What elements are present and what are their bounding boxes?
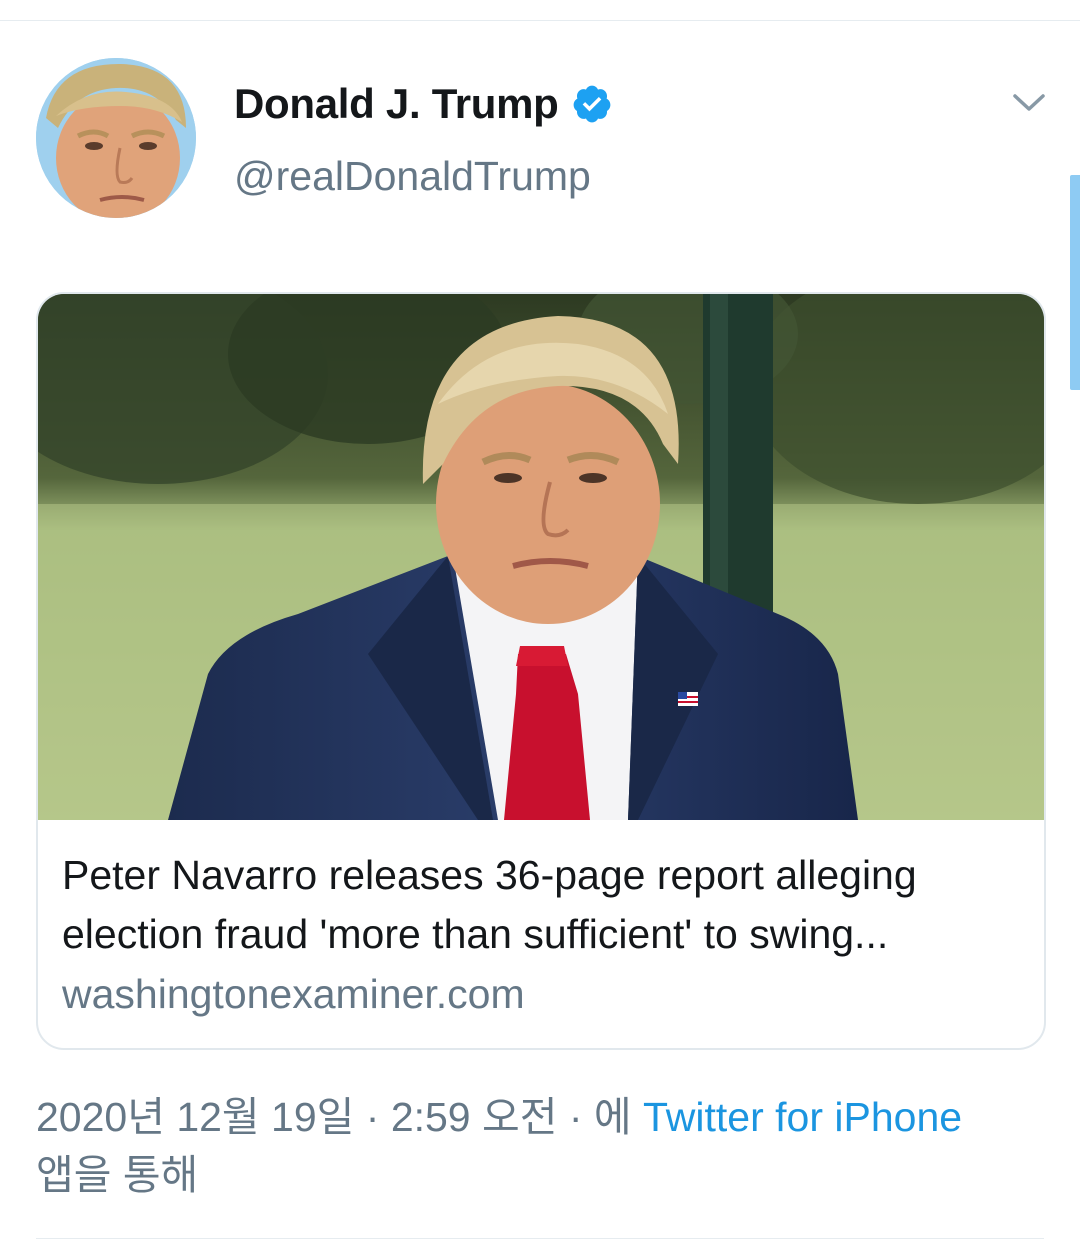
tweet-date[interactable]: 2020년 12월 19일	[36, 1094, 354, 1140]
scrollbar[interactable]	[1070, 175, 1080, 390]
author-name-row[interactable]: Donald J. Trump	[234, 78, 613, 130]
tweet-source-link[interactable]: Twitter for iPhone	[643, 1094, 962, 1140]
chevron-down-icon[interactable]	[1010, 86, 1048, 118]
link-card[interactable]: Peter Navarro releases 36-page report al…	[36, 292, 1046, 1050]
card-image[interactable]	[38, 294, 1044, 820]
verified-badge-icon	[571, 83, 613, 125]
card-domain[interactable]: washingtonexaminer.com	[62, 964, 1022, 1024]
author-handle[interactable]: @realDonaldTrump	[234, 153, 591, 200]
meta-separator: ·	[354, 1094, 391, 1140]
top-divider	[0, 20, 1080, 21]
card-text[interactable]: Peter Navarro releases 36-page report al…	[62, 824, 1022, 1024]
via-prefix: 에	[593, 1094, 644, 1140]
meta-separator-2: ·	[557, 1094, 594, 1140]
author-avatar[interactable]	[36, 58, 196, 218]
author-display-name[interactable]: Donald J. Trump	[234, 80, 559, 128]
tweet-meta: 2020년 12월 19일 · 2:59 오전 · 에 Twitter for …	[36, 1088, 1046, 1204]
bottom-divider	[36, 1238, 1044, 1239]
via-suffix: 앱을 통해	[36, 1152, 199, 1198]
card-title[interactable]: Peter Navarro releases 36-page report al…	[62, 846, 1022, 964]
tweet-time[interactable]: 2:59 오전	[391, 1094, 558, 1140]
